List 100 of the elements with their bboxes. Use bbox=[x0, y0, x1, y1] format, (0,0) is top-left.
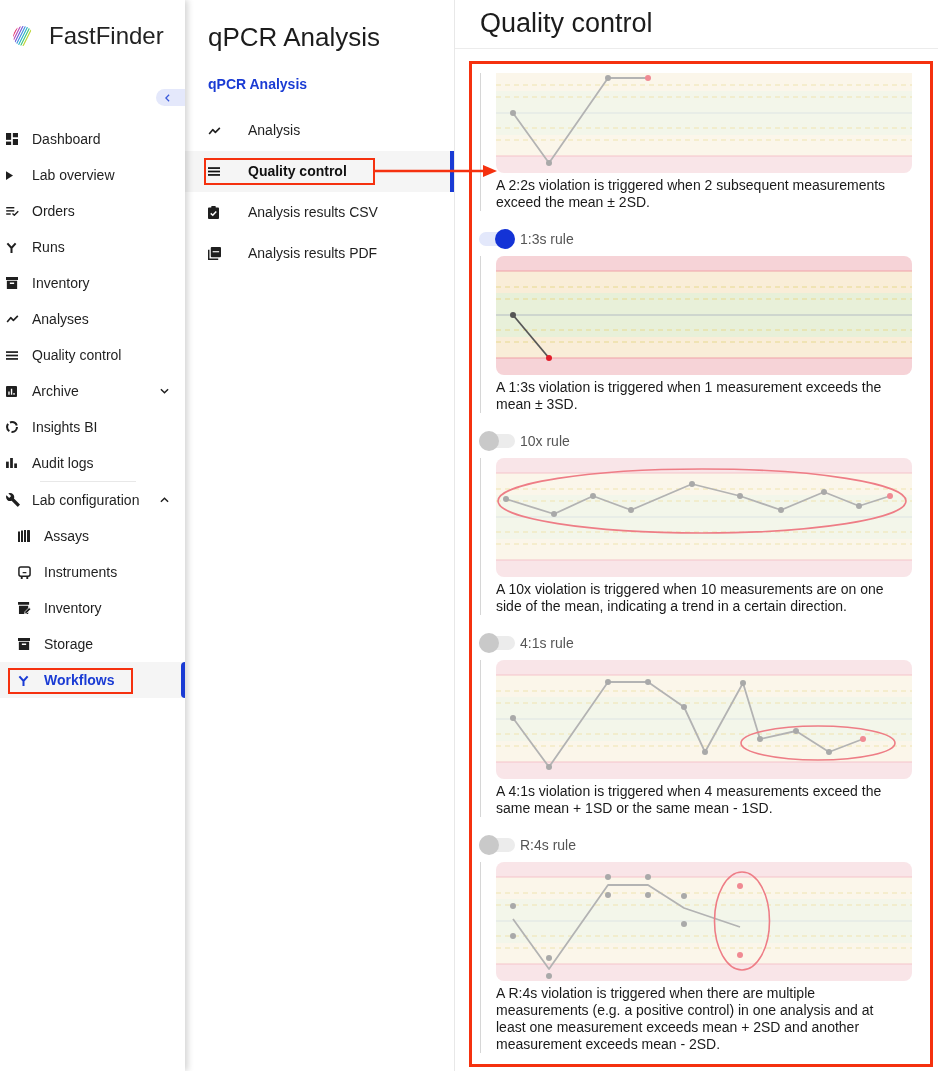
nav-item[interactable]: Inventory bbox=[0, 265, 185, 301]
data-point bbox=[681, 893, 687, 899]
data-point bbox=[740, 680, 746, 686]
toggle-switch[interactable] bbox=[479, 431, 515, 451]
device-icon bbox=[18, 565, 31, 579]
nav-item[interactable]: Analyses bbox=[0, 301, 185, 337]
data-point bbox=[645, 892, 651, 898]
data-point bbox=[605, 874, 611, 880]
data-point bbox=[510, 110, 516, 116]
data-point bbox=[856, 503, 862, 509]
data-point bbox=[546, 355, 552, 361]
line-chart-icon bbox=[6, 315, 19, 323]
data-point bbox=[793, 728, 799, 734]
data-point bbox=[605, 892, 611, 898]
active-indicator bbox=[181, 662, 185, 698]
data-point bbox=[826, 749, 832, 755]
toggle-label: 1:3s rule bbox=[520, 230, 574, 248]
nav-item[interactable]: Instruments bbox=[0, 554, 185, 590]
data-point bbox=[645, 874, 651, 880]
section-link[interactable]: qPCR Analysis bbox=[208, 76, 308, 93]
dashboard-icon bbox=[6, 133, 18, 145]
columns-icon bbox=[18, 530, 30, 542]
data-point bbox=[546, 973, 552, 979]
wrench-icon bbox=[6, 493, 20, 507]
data-point bbox=[546, 764, 552, 770]
data-point bbox=[605, 75, 611, 81]
data-point bbox=[887, 493, 893, 499]
rule-description: A 4:1s violation is triggered when 4 measurements exceed the same mean + 1SD or the same mean - 1SD. bbox=[496, 783, 883, 817]
data-point bbox=[681, 921, 687, 927]
data-point bbox=[510, 903, 516, 909]
data-point bbox=[737, 493, 743, 499]
nav-item[interactable]: Quality control bbox=[0, 337, 185, 373]
nav-item[interactable]: Archive bbox=[0, 373, 185, 409]
nav-item[interactable]: Lab configuration bbox=[0, 482, 185, 518]
bar-chart-icon bbox=[6, 458, 17, 468]
data-point bbox=[510, 312, 516, 318]
nav-item[interactable]: Insights BI bbox=[0, 409, 185, 445]
ring-icon bbox=[6, 421, 18, 433]
pdf-file-icon bbox=[208, 247, 221, 260]
box-edit-icon bbox=[18, 602, 31, 614]
data-point bbox=[546, 160, 552, 166]
data-point bbox=[645, 75, 651, 81]
data-point bbox=[737, 952, 743, 958]
subnav-item[interactable]: Analysis results PDF bbox=[185, 233, 454, 274]
data-point bbox=[605, 679, 611, 685]
data-point bbox=[590, 493, 596, 499]
data-point bbox=[757, 736, 763, 742]
nav-item[interactable]: Runs bbox=[0, 229, 185, 265]
toggle-switch[interactable] bbox=[479, 835, 515, 855]
chevron-left-icon bbox=[165, 93, 170, 102]
data-point bbox=[702, 749, 708, 755]
nav-item[interactable]: Dashboard bbox=[0, 121, 185, 157]
clipboard-check-icon bbox=[208, 206, 219, 219]
bars-icon bbox=[208, 167, 220, 176]
subnav-item[interactable]: Quality control bbox=[185, 151, 454, 192]
bars-icon bbox=[6, 350, 18, 360]
toggle-label: R:4s rule bbox=[520, 836, 577, 854]
subnav-item[interactable]: Analysis results CSV bbox=[185, 192, 454, 233]
data-point bbox=[546, 955, 552, 961]
nav-item[interactable]: Orders bbox=[0, 193, 185, 229]
line-chart-icon bbox=[208, 126, 221, 135]
data-point bbox=[689, 481, 695, 487]
data-point bbox=[821, 489, 827, 495]
rule-description: A 2:2s violation is triggered when 2 subsequent measurements exceed the mean ± 2SD. bbox=[496, 177, 887, 211]
toggle-label: 4:1s rule bbox=[520, 634, 574, 652]
data-point bbox=[645, 679, 651, 685]
report-icon bbox=[6, 385, 17, 397]
nav-item[interactable]: Storage bbox=[0, 626, 185, 662]
nav-item[interactable]: Workflows bbox=[0, 662, 185, 698]
checklist-icon bbox=[6, 206, 19, 216]
fork-icon bbox=[18, 674, 29, 686]
subnav-item[interactable]: Analysis bbox=[185, 110, 454, 151]
fork-icon bbox=[6, 241, 17, 253]
nav-item[interactable]: Lab overview bbox=[0, 157, 185, 193]
data-point bbox=[860, 736, 866, 742]
nav-item[interactable]: Audit logs bbox=[0, 445, 185, 481]
data-point bbox=[551, 511, 557, 517]
nav-item[interactable]: Inventory bbox=[0, 590, 185, 626]
toggle-label: 10x rule bbox=[520, 432, 570, 450]
collapse-button[interactable] bbox=[156, 89, 185, 106]
data-point bbox=[510, 933, 516, 939]
archive-box-icon bbox=[6, 277, 18, 289]
data-point bbox=[628, 507, 634, 513]
page-title: Quality control bbox=[480, 6, 653, 39]
page-title: qPCR Analysis bbox=[207, 21, 381, 52]
data-point bbox=[503, 496, 509, 502]
nav-item[interactable]: Assays bbox=[0, 518, 185, 554]
archive-box-icon bbox=[18, 638, 30, 650]
toggle-switch[interactable] bbox=[479, 229, 515, 249]
toggle-switch[interactable] bbox=[479, 633, 515, 653]
data-point bbox=[778, 507, 784, 513]
data-point bbox=[737, 883, 743, 889]
logo-icon bbox=[13, 26, 33, 46]
play-icon bbox=[6, 170, 13, 180]
rule-description: A 1:3s violation is triggered when 1 measurement exceeds the mean ± 3SD. bbox=[496, 379, 883, 413]
data-point bbox=[510, 715, 516, 721]
trend-line bbox=[512, 314, 550, 359]
active-indicator bbox=[450, 151, 454, 192]
data-point bbox=[681, 704, 687, 710]
rule-description: A 10x violation is triggered when 10 measurements are on one side of the mean, indicating a trend in a certain direction. bbox=[496, 581, 885, 615]
